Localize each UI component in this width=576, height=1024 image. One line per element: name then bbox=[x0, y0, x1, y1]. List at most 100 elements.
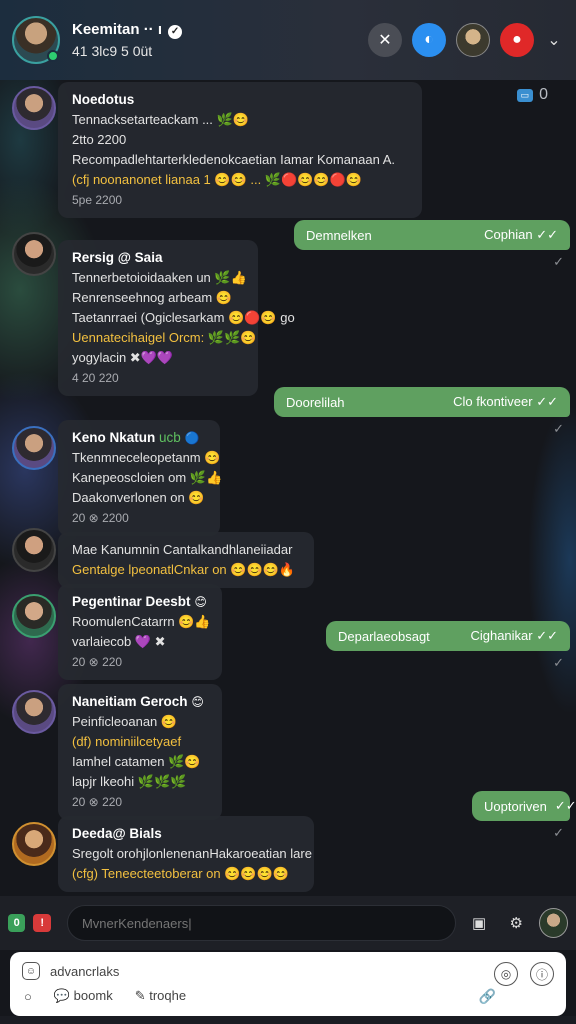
message-bubble[interactable]: Noedotus Tennacksetarteackam ... 🌿😊 2tto… bbox=[58, 82, 422, 218]
message-line: (df) nominiilcetyaef bbox=[72, 734, 182, 749]
participant-avatar[interactable] bbox=[456, 23, 490, 57]
message-meta: Cophian ✓✓ bbox=[484, 227, 558, 242]
contact-avatar[interactable] bbox=[12, 16, 60, 64]
message-meta: Clo fkontiveer ✓✓ bbox=[453, 394, 558, 409]
header-actions: ✕ ◐ ● ⌄ bbox=[368, 23, 564, 57]
alert-icon[interactable]: ! bbox=[33, 914, 51, 932]
badge-icon: ▭ bbox=[516, 88, 534, 102]
sender-avatar[interactable] bbox=[12, 690, 56, 734]
sender-avatar[interactable] bbox=[12, 528, 56, 572]
message-line: 2tto 2200 bbox=[72, 132, 127, 147]
message-line: yogylacin ✖💜💜 bbox=[72, 350, 174, 365]
check-badge-icon: ✓ bbox=[168, 25, 183, 39]
message-time: 20 ⊗ 2200 bbox=[72, 511, 129, 525]
message-bubble[interactable]: Rersig @ Saia Tennerbetoioidaaken un 🌿👍 … bbox=[58, 240, 295, 396]
sheet-item[interactable]: ✎ troqhe bbox=[135, 988, 186, 1004]
message-time: 4 20 220 bbox=[72, 371, 119, 385]
sender-avatar[interactable] bbox=[12, 232, 56, 276]
link-icon[interactable]: 🔗 bbox=[479, 988, 496, 1005]
message-text: Uoptoriven bbox=[484, 798, 547, 814]
emoji-icon: 🔵 bbox=[184, 431, 200, 445]
message-list[interactable]: ▭ 0 Noedotus Tennacksetarteackam ... 🌿😊 … bbox=[0, 80, 576, 896]
message-meta: ✓✓ bbox=[554, 798, 576, 813]
sender-avatar[interactable] bbox=[12, 594, 56, 638]
sender-name: Naneitiam Geroch 😊 bbox=[72, 694, 204, 709]
message-bubble[interactable]: Mae Kanumnin Cantalkandhlaneiiadar Genta… bbox=[58, 532, 314, 588]
chat-header: Keemitan ·· ı ✓ 41 3lc9 5 0üt ✕ ◐ ● ⌄ bbox=[0, 0, 576, 80]
sender-avatar[interactable] bbox=[12, 86, 56, 130]
camera-icon[interactable]: ◎ bbox=[494, 962, 518, 986]
outgoing-message[interactable]: Deparlaeobsagt Cighanikar ✓✓ bbox=[326, 621, 570, 651]
message-text: Deparlaeobsagt bbox=[338, 628, 430, 644]
message-line: Gentalge lpeonatlCnkar on 😊😊😊🔥 bbox=[72, 562, 296, 577]
header-titles[interactable]: Keemitan ·· ı ✓ 41 3lc9 5 0üt bbox=[72, 21, 183, 59]
message-line: Tennerbetoioidaaken un 🌿👍 bbox=[72, 270, 247, 285]
read-check-icon: ✓ bbox=[553, 655, 564, 670]
outgoing-message[interactable]: Uoptoriven ✓✓ bbox=[472, 791, 576, 821]
sender-name: Rersig @ Saia bbox=[72, 250, 163, 265]
message-bubble[interactable]: Naneitiam Geroch 😊 Peinficleoanan 😊 (df)… bbox=[58, 684, 222, 820]
system-nav-bar bbox=[0, 1016, 576, 1024]
attach-icon[interactable]: 0 bbox=[8, 914, 26, 932]
message-line: Peinficleoanan 😊 bbox=[72, 714, 178, 729]
close-icon[interactable]: ✕ bbox=[368, 23, 402, 57]
sender-name: Deeda@ Bials bbox=[72, 826, 162, 841]
read-check-icon: ✓ bbox=[553, 421, 564, 436]
message-line: Daakonverlonen on 😊 bbox=[72, 490, 205, 505]
badge-count: 0 bbox=[539, 86, 548, 103]
bottom-sheet: ☺ advancrlaks ○ 💬 boomk ✎ troqhe 🔗 ◎ ⓘ bbox=[10, 952, 566, 1016]
message-line: Recompadlehtarterkledenokcaetian Iamar K… bbox=[72, 152, 396, 167]
message-line: varlaiecob 💜 ✖ bbox=[72, 634, 166, 649]
message-meta: Cighanikar ✓✓ bbox=[470, 628, 558, 643]
message-line: Tennacksetarteackam ... 🌿😊 bbox=[72, 112, 249, 127]
composer: 0 ! ▣ ⚙ bbox=[0, 896, 576, 950]
sheet-label: advancrlaks bbox=[50, 963, 120, 979]
message-time: 20 ⊗ 220 bbox=[72, 795, 123, 809]
message-time: 20 ⊗ 220 bbox=[72, 655, 123, 669]
outgoing-message[interactable]: Demnelken Cophian ✓✓ bbox=[294, 220, 570, 250]
emoji-icon[interactable]: ☺ bbox=[22, 962, 40, 980]
message-line: Uennatecihaigel Orcm: 🌿🌿😊 bbox=[72, 330, 257, 345]
comment-icon: 💬 bbox=[53, 988, 71, 1003]
message-line: Kanepeoscloien om 🌿👍 bbox=[72, 470, 223, 485]
contact-status: 41 3lc9 5 0üt bbox=[72, 43, 153, 59]
message-line: (cfj noonanonet lianaa 1 😊😊 ... 🌿🔴😊😊🔴😊 bbox=[72, 172, 362, 187]
message-bubble[interactable]: Pegentinar Deesbt 😊 RoomulenCatarrn 😊👍 v… bbox=[58, 584, 222, 680]
info-icon[interactable]: ⓘ bbox=[530, 962, 554, 986]
message-line: Taetanrraei (Ogiclesarkam 😊🔴😊 go bbox=[72, 310, 295, 325]
message-bubble[interactable]: Deeda@ Bials Sregolt orohjlonlenenanHaka… bbox=[58, 816, 314, 892]
message-time: 5pe 2200 bbox=[72, 193, 123, 207]
settings-icon[interactable]: ⚙ bbox=[502, 908, 531, 938]
message-line: (cfg) Teneecteetoberar on 😊😊😊😊 bbox=[72, 866, 289, 881]
chevron-down-icon[interactable]: ⌄ bbox=[544, 30, 564, 50]
pen-icon: ✎ bbox=[134, 988, 146, 1003]
corner-badge[interactable]: ▭ 0 bbox=[516, 86, 548, 104]
message-input[interactable] bbox=[66, 905, 457, 941]
read-check-icon: ✓ bbox=[553, 254, 564, 269]
contact-name: Keemitan ·· ı ✓ bbox=[72, 21, 183, 39]
sender-name: Noedotus bbox=[72, 92, 135, 107]
sheet-item[interactable]: 💬 boomk bbox=[54, 988, 113, 1004]
self-avatar[interactable] bbox=[538, 908, 568, 938]
message-text: Demnelken bbox=[306, 227, 372, 243]
sheet-actions: ◎ ⓘ bbox=[494, 962, 554, 986]
online-indicator bbox=[47, 50, 59, 62]
sender-avatar[interactable] bbox=[12, 822, 56, 866]
message-line: lapjr lkeohi 🌿🌿🌿 bbox=[72, 774, 187, 789]
message-bubble[interactable]: Keno Nkatun ucb 🔵 Tkenmneceleopetanm 😊 K… bbox=[58, 420, 223, 536]
message-line: Sregolt orohjlonlenenanHakaroeatian lare bbox=[72, 846, 312, 861]
outgoing-message[interactable]: Doorelilah Clo fkontiveer ✓✓ bbox=[274, 387, 570, 417]
message-line: RoomulenCatarrn 😊👍 bbox=[72, 614, 211, 629]
emoji-icon: 😊 bbox=[191, 695, 204, 709]
read-check-icon: ✓ bbox=[553, 825, 564, 840]
sender-avatar[interactable] bbox=[12, 426, 56, 470]
sticker-icon[interactable]: ▣ bbox=[464, 908, 493, 938]
emoji-icon: 😊 bbox=[194, 595, 207, 609]
record-icon[interactable]: ● bbox=[500, 23, 534, 57]
message-line: Tkenmneceleopetanm 😊 bbox=[72, 450, 221, 465]
sheet-row-bottom: ○ 💬 boomk ✎ troqhe bbox=[24, 988, 186, 1004]
sheet-row-top[interactable]: ☺ advancrlaks bbox=[22, 962, 119, 980]
message-line: Renrenseehnog arbeam 😊 bbox=[72, 290, 233, 305]
chat-bubble-icon[interactable]: ◐ bbox=[412, 23, 446, 57]
message-line: Iamhel catamen 🌿😊 bbox=[72, 754, 201, 769]
